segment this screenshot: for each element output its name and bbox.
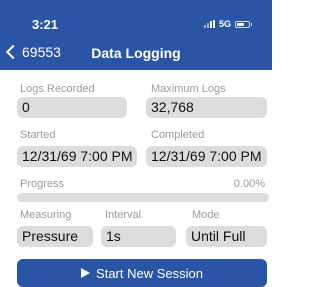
started-field: 12/31/69 7:00 PM bbox=[17, 146, 137, 167]
status-time: 3:21 bbox=[32, 17, 59, 32]
start-new-session-button[interactable]: Start New Session bbox=[17, 259, 267, 287]
battery-icon bbox=[235, 20, 252, 28]
progress-bar bbox=[17, 193, 269, 202]
maximum-logs-label: Maximum Logs bbox=[151, 83, 226, 95]
measuring-label: Measuring bbox=[20, 209, 72, 221]
status-indicators: 5G bbox=[203, 19, 252, 29]
logs-recorded-field: 0 bbox=[17, 97, 127, 118]
completed-field: 12/31/69 7:00 PM bbox=[146, 146, 267, 167]
mode-label: Mode bbox=[192, 209, 220, 221]
nav-header: 3:21 5G 69553 Data Logging bbox=[0, 0, 272, 70]
play-icon bbox=[81, 268, 91, 278]
page-title: Data Logging bbox=[91, 45, 181, 61]
network-label: 5G bbox=[218, 19, 231, 29]
progress-percent: 0.00% bbox=[233, 178, 265, 190]
signal-icon bbox=[203, 20, 215, 28]
completed-label: Completed bbox=[151, 129, 205, 141]
start-new-session-label: Start New Session bbox=[96, 265, 203, 281]
mode-select[interactable]: Until Full bbox=[186, 226, 267, 247]
maximum-logs-field[interactable]: 32,768 bbox=[146, 97, 267, 118]
measuring-select[interactable]: Pressure bbox=[17, 226, 93, 247]
interval-select[interactable]: 1s bbox=[101, 226, 176, 247]
interval-label: Interval bbox=[105, 209, 142, 221]
started-label: Started bbox=[20, 129, 56, 141]
progress-label: Progress bbox=[20, 178, 65, 190]
logs-recorded-label: Logs Recorded bbox=[20, 83, 95, 95]
